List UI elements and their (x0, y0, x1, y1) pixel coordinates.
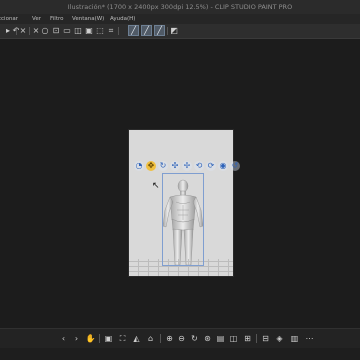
transform-icon[interactable]: ⌗ (106, 26, 116, 36)
mouse-cursor-icon: ↖ (152, 181, 160, 191)
snap-ruler-toggle[interactable]: ╱ (141, 25, 152, 36)
grid-icon[interactable]: ⊟ (260, 333, 271, 344)
separator (99, 334, 100, 343)
zoom-icon[interactable]: ✢ (182, 161, 192, 171)
command-bar: ▸ ⨯ × ○ ⊡ ▭ ◫ ▣ ⬚ ⌗ ↶ ╱ ╱ ╱ ◩ (0, 24, 360, 39)
separator (167, 27, 168, 35)
fill-icon[interactable]: ▣ (84, 26, 94, 36)
menu-item-window[interactable]: Ventana(W) (72, 14, 104, 24)
rect-select-icon[interactable]: ▭ (62, 26, 72, 36)
zoom-in-icon[interactable]: ⊕ (164, 333, 175, 344)
crop-icon[interactable]: ◫ (73, 26, 83, 36)
menu-item-select[interactable]: ccionar (0, 14, 18, 24)
pan-icon[interactable]: ✣ (170, 161, 180, 171)
menu-icon[interactable]: ▤ (215, 333, 226, 344)
document-canvas[interactable] (129, 130, 233, 276)
status-bar (0, 348, 360, 360)
ruler-icon[interactable]: ◩ (169, 26, 179, 36)
rotate-y-icon[interactable]: ⟳ (206, 161, 216, 171)
window-title: Ilustración* (1700 x 2400px 300dpi 12.5%… (0, 0, 360, 14)
select-all-icon[interactable]: ⊡ (51, 26, 61, 36)
rotate-icon[interactable]: ↻ (158, 161, 168, 171)
rulers-icon[interactable]: ⊞ (242, 333, 253, 344)
layers-icon[interactable]: ◫ (228, 333, 239, 344)
undo-icon[interactable]: ↶ (11, 26, 21, 36)
view-toggle-icon[interactable]: ▥ (289, 333, 300, 344)
hand-tool-icon[interactable]: ✋ (85, 333, 96, 344)
menu-item-view[interactable]: Ver (32, 14, 41, 24)
separator (29, 27, 30, 35)
menu-item-filter[interactable]: Filtro (50, 14, 63, 24)
flip-icon[interactable]: ⌂ (145, 333, 156, 344)
rotate-z-icon[interactable]: ◉ (218, 161, 228, 171)
snap-grid-toggle[interactable]: ╱ (154, 25, 165, 36)
lasso-icon[interactable]: ○ (40, 26, 50, 36)
zoom-icon[interactable]: ⊛ (202, 333, 213, 344)
menu-item-help[interactable]: Ayuda(H) (110, 14, 135, 24)
separator (256, 334, 257, 343)
rotate-left-icon[interactable]: ◭ (131, 333, 142, 344)
camera-icon[interactable]: ◔ (134, 161, 144, 171)
selection-bounding-box (162, 173, 204, 266)
snap-line-toggle[interactable]: ╱ (128, 25, 139, 36)
move-icon[interactable]: ✥ (146, 161, 156, 171)
prev-icon[interactable]: ‹ (58, 333, 69, 344)
selection-icon[interactable]: ⬚ (95, 26, 105, 36)
perspective-icon[interactable]: ◈ (274, 333, 285, 344)
rotate-right-icon[interactable]: ↻ (189, 333, 200, 344)
reset-icon[interactable]: ↺ (230, 161, 240, 171)
separator (118, 27, 119, 35)
separator (160, 334, 161, 343)
navigator-bar: ‹ › ✋ ▣ ⛶ ◭ ⌂ ⊕ ⊖ ↻ ⊛ ▤ ◫ ⊞ ⊟ ◈ ▥ ⋯ (0, 328, 360, 349)
next-icon[interactable]: › (71, 333, 82, 344)
menu-bar: ccionar Ver Filtro Ventana(W) Ayuda(H) (0, 14, 360, 24)
fit-icon[interactable]: ⛶ (117, 333, 128, 344)
options-icon[interactable]: ⋯ (304, 333, 315, 344)
rotate-x-icon[interactable]: ⟲ (194, 161, 204, 171)
camera-rotate-icon[interactable]: ▣ (103, 333, 114, 344)
zoom-out-icon[interactable]: ⊖ (176, 333, 187, 344)
